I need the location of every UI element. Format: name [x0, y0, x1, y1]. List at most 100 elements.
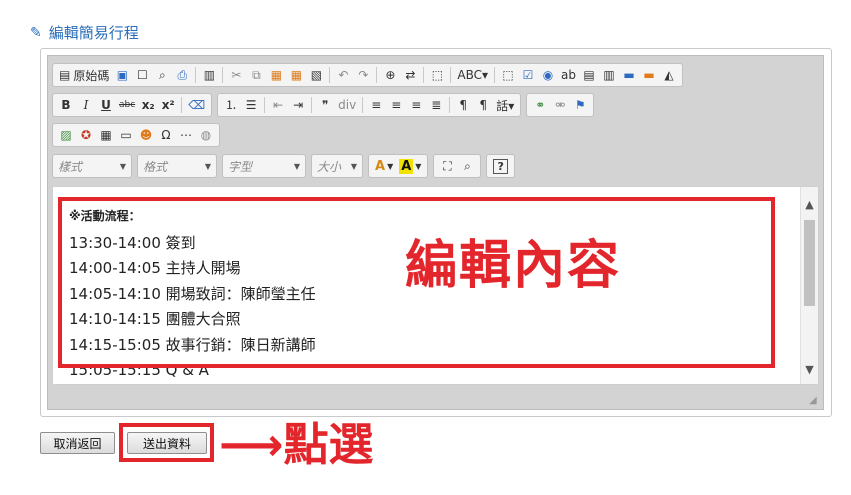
align-center-button[interactable]: ≡ [386, 95, 406, 115]
scroll-down-icon[interactable]: ▼ [801, 360, 818, 378]
div-button[interactable]: div [335, 95, 359, 115]
textfield-icon: ab [561, 68, 576, 82]
anchor-button[interactable]: ⚑ [570, 95, 590, 115]
replace-icon: ⇄ [405, 68, 416, 82]
show-blocks-button[interactable]: ⌕ [457, 156, 477, 176]
bold-button[interactable]: B [56, 95, 76, 115]
copy-icon: ⧉ [252, 68, 261, 82]
scroll-up-icon[interactable]: ▲ [801, 195, 818, 213]
chevron-down-icon: ▼ [204, 161, 211, 171]
format-combo[interactable]: 格式 ▼ [137, 154, 217, 178]
iframe-button[interactable]: ◍ [196, 125, 216, 145]
toolbar-group: B I Uabc x₂ x² ⌫ [52, 93, 213, 117]
select-all-button[interactable]: ⬚ [427, 65, 447, 85]
textarea-button[interactable]: ▤ [579, 65, 599, 85]
maximize-button[interactable]: ⛶ [437, 156, 457, 176]
rtl-button[interactable]: ¶ [473, 95, 493, 115]
preview-button[interactable]: ⌕ [152, 65, 172, 85]
outdent-icon: ⇤ [273, 98, 284, 112]
ltr-button[interactable]: ¶ [453, 95, 473, 115]
find-button[interactable]: ⊕ [380, 65, 400, 85]
textfield-button[interactable]: ab [558, 65, 579, 85]
toolbar-separator [450, 67, 452, 83]
radio-button[interactable]: ◉ [538, 65, 558, 85]
special-char-button[interactable]: Ω [156, 125, 176, 145]
flash-button[interactable]: ✪ [76, 125, 96, 145]
toolbar-separator [311, 97, 313, 113]
paste-text-icon: ▦ [290, 68, 303, 82]
toolbar-separator [222, 67, 224, 83]
rich-text-editor: ▤ 原始碼 ▣ ☐ ⌕ ⎙ ▥ ✂ ⧉ ▦ ▦ ▧ ↶ ↷ ⊕ ⇄ ⬚ ABC▾ ⬚ ☑ ◉ ab ▤ ▥ ▬ ▬ ◭ B I Uabc… [40, 48, 832, 417]
copy-button[interactable]: ⧉ [246, 65, 266, 85]
text-color-button[interactable]: A ▼ [372, 156, 396, 176]
align-left-button[interactable]: ≡ [366, 95, 386, 115]
justify-button[interactable]: ≣ [426, 95, 446, 115]
bullet-list-button[interactable]: ☰ [241, 95, 261, 115]
link-button[interactable]: ⚭ [530, 95, 550, 115]
cut-icon: ✂ [231, 68, 242, 82]
select-button[interactable]: ▥ [599, 65, 619, 85]
select-all-icon: ⬚ [431, 68, 444, 82]
quote-icon: ❞ [321, 98, 329, 112]
help-button[interactable]: ? [490, 156, 510, 176]
form-button[interactable]: ⬚ [498, 65, 518, 85]
subscript-button[interactable]: x₂ [138, 95, 158, 115]
bg-color-button[interactable]: A ▼ [396, 156, 424, 176]
new-page-button[interactable]: ☐ [132, 65, 152, 85]
smiley-button[interactable]: ☻ [136, 125, 156, 145]
content-line: 14:10-14:15 團體大合照 [69, 310, 241, 329]
spellcheck-icon: ABC▾ [457, 68, 488, 82]
language-button[interactable]: 話▾ [493, 95, 517, 115]
chevron-down-icon: ▼ [415, 161, 422, 171]
toolbar-separator [181, 97, 183, 113]
font-combo[interactable]: 字型 ▼ [222, 154, 306, 178]
checkbox-button[interactable]: ☑ [518, 65, 538, 85]
size-combo[interactable]: 大小 ▼ [311, 154, 363, 178]
toolbar-separator [264, 97, 266, 113]
hidden-field-icon: ◭ [664, 68, 674, 82]
link-icon: ⚭ [535, 98, 546, 112]
rtl-icon: ¶ [479, 98, 488, 112]
print-button[interactable]: ⎙ [172, 65, 192, 85]
italic-button[interactable]: I [76, 95, 96, 115]
image-button-button[interactable]: ▬ [639, 65, 659, 85]
undo-button[interactable]: ↶ [333, 65, 353, 85]
unlink-button[interactable]: ⚮ [550, 95, 570, 115]
align-right-button[interactable]: ≡ [406, 95, 426, 115]
source-button[interactable]: ▤ 原始碼 [56, 65, 112, 85]
save-button[interactable]: ▣ [112, 65, 132, 85]
styles-combo[interactable]: 樣式 ▼ [52, 154, 132, 178]
outdent-button[interactable]: ⇤ [268, 95, 288, 115]
flash-icon: ✪ [80, 128, 92, 142]
spellcheck-button[interactable]: ABC▾ [454, 65, 491, 85]
paste-word-button[interactable]: ▧ [306, 65, 326, 85]
align-center-icon: ≡ [391, 98, 402, 112]
indent-button[interactable]: ⇥ [288, 95, 308, 115]
paste-button[interactable]: ▦ [266, 65, 286, 85]
page-break-button[interactable]: ⋯ [176, 125, 196, 145]
cut-button[interactable]: ✂ [226, 65, 246, 85]
horizontal-rule-button[interactable]: ▭ [116, 125, 136, 145]
submit-button[interactable]: 送出資料 [127, 432, 207, 454]
superscript-button[interactable]: x² [158, 95, 178, 115]
textarea-icon: ▤ [583, 68, 595, 82]
blockquote-button[interactable]: ❞ [315, 95, 335, 115]
paste-text-button[interactable]: ▦ [286, 65, 306, 85]
remove-format-button[interactable]: ⌫ [185, 95, 208, 115]
table-button[interactable]: ▦ [96, 125, 116, 145]
content-scrollbar[interactable]: ▲ ▼ [800, 187, 818, 384]
underline-button[interactable]: U [96, 95, 116, 115]
image-button[interactable]: ▨ [56, 125, 76, 145]
replace-button[interactable]: ⇄ [400, 65, 420, 85]
language-icon: 話▾ [496, 98, 515, 113]
click-annotation: ⟶點選 [219, 418, 374, 471]
strike-button[interactable]: abc [116, 95, 138, 115]
redo-button[interactable]: ↷ [353, 65, 373, 85]
scroll-thumb[interactable] [804, 220, 815, 306]
numbered-list-button[interactable]: ⒈ [221, 95, 241, 115]
resize-grip-icon[interactable]: ◢ [809, 396, 819, 406]
cancel-button[interactable]: 取消返回 [40, 432, 115, 454]
button-button[interactable]: ▬ [619, 65, 639, 85]
templates-button[interactable]: ▥ [199, 65, 219, 85]
hidden-field-button[interactable]: ◭ [659, 65, 679, 85]
